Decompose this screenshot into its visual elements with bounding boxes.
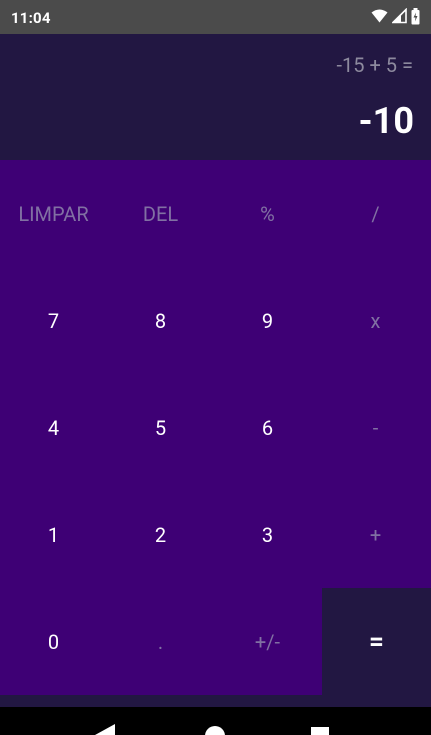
- plus-button[interactable]: +: [322, 481, 429, 588]
- delete-button[interactable]: DEL: [107, 160, 214, 267]
- result-text: -10: [358, 100, 415, 142]
- navigation-bar: [0, 707, 431, 735]
- clear-button[interactable]: LIMPAR: [0, 160, 107, 267]
- digit-1-button[interactable]: 1: [0, 481, 107, 588]
- status-time: 11:04: [11, 9, 51, 27]
- digit-9-button[interactable]: 9: [214, 267, 321, 374]
- percent-button[interactable]: %: [214, 160, 321, 267]
- digit-2-button[interactable]: 2: [107, 481, 214, 588]
- cell-signal-icon: [391, 7, 407, 28]
- negate-button[interactable]: +/-: [214, 588, 321, 695]
- digit-8-button[interactable]: 8: [107, 267, 214, 374]
- status-bar: 11:04: [0, 0, 431, 34]
- minus-button[interactable]: -: [322, 374, 429, 481]
- status-icons: [371, 7, 420, 29]
- calculator-screen: 11:04 -15 + 5 = -10 LIMPAR DEL % / 7 8 9…: [0, 0, 431, 735]
- recents-icon[interactable]: [311, 727, 329, 735]
- digit-5-button[interactable]: 5: [107, 374, 214, 481]
- digit-3-button[interactable]: 3: [214, 481, 321, 588]
- digit-0-button[interactable]: 0: [0, 588, 107, 695]
- battery-icon: [411, 8, 420, 29]
- expression-text: -15 + 5 =: [336, 53, 413, 77]
- digit-6-button[interactable]: 6: [214, 374, 321, 481]
- home-icon[interactable]: [205, 726, 225, 735]
- digit-7-button[interactable]: 7: [0, 267, 107, 374]
- back-icon[interactable]: [95, 724, 115, 735]
- equals-button[interactable]: =: [322, 588, 431, 695]
- digit-4-button[interactable]: 4: [0, 374, 107, 481]
- multiply-button[interactable]: x: [322, 267, 429, 374]
- bottom-spacer: [0, 695, 431, 707]
- divide-button[interactable]: /: [322, 160, 429, 267]
- wifi-icon: [371, 8, 388, 28]
- calculator-display: -15 + 5 = -10: [0, 34, 431, 160]
- decimal-button[interactable]: .: [107, 588, 214, 695]
- keypad: LIMPAR DEL % / 7 8 9 x 4 5 6 - 1 2 3 + 0…: [0, 160, 431, 695]
